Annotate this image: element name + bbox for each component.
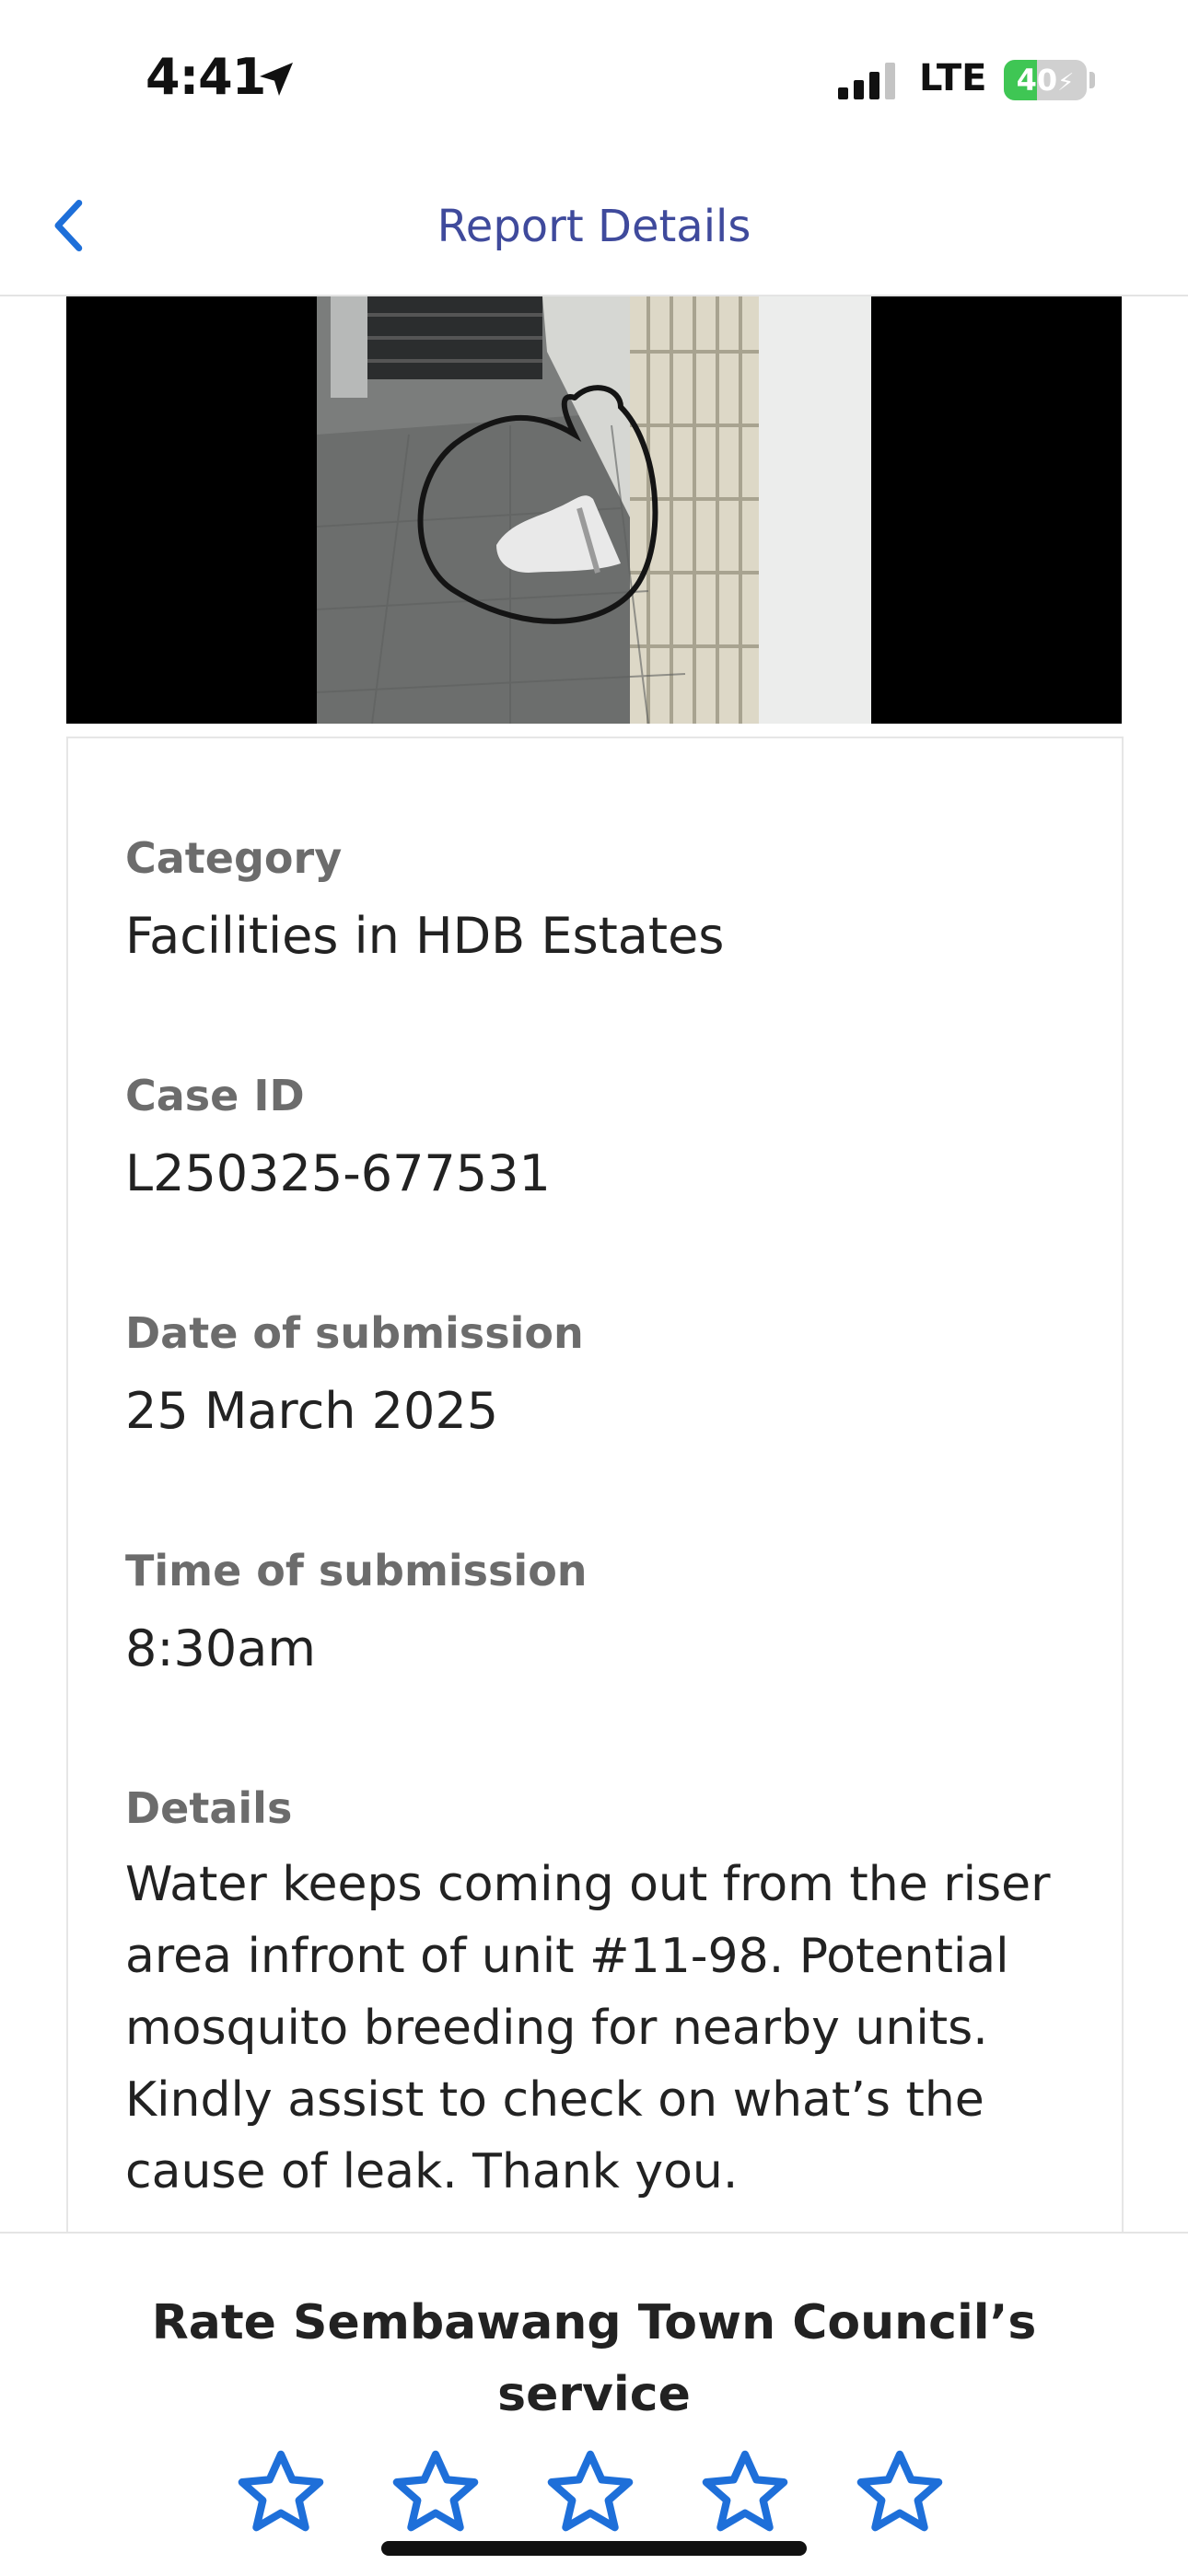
time-of-submission-label: Time of submission	[125, 1546, 588, 1595]
location-arrow-icon	[260, 63, 293, 96]
case-id-label: Case ID	[125, 1071, 305, 1120]
status-bar: 4:41 LTE 40⚡	[0, 0, 1188, 157]
category-field: Category Facilities in HDB Estates	[125, 830, 724, 967]
report-details-card: Category Facilities in HDB Estates Case …	[66, 737, 1124, 2303]
star-1-icon[interactable]	[230, 2443, 332, 2545]
battery-tip	[1089, 72, 1095, 88]
rating-title: Rate Sembawang Town Council’s service	[151, 2295, 1037, 2422]
time-of-submission-field: Time of submission 8:30am	[125, 1543, 588, 1679]
battery-percent: 40⚡	[1016, 63, 1075, 98]
navigation-bar: Report Details	[0, 157, 1188, 296]
date-of-submission-label: Date of submission	[125, 1308, 584, 1358]
charging-bolt-icon: ⚡	[1057, 69, 1075, 97]
rating-panel: Rate Sembawang Town Council’s service	[0, 2232, 1188, 2576]
category-value: Facilities in HDB Estates	[125, 907, 725, 965]
status-time: 4:41	[146, 48, 266, 106]
details-label: Details	[125, 1783, 293, 1833]
report-photo-image	[317, 296, 871, 724]
network-type: LTE	[919, 57, 987, 99]
page-title: Report Details	[437, 201, 751, 252]
details-field: Details Water keeps coming out from the …	[125, 1781, 1083, 2208]
case-id-field: Case ID L250325-677531	[125, 1068, 551, 1204]
star-2-icon[interactable]	[385, 2443, 486, 2545]
details-value: Water keeps coming out from the riser ar…	[125, 1857, 1051, 2199]
date-of-submission-field: Date of submission 25 March 2025	[125, 1305, 584, 1442]
date-of-submission-value: 25 March 2025	[125, 1382, 499, 1440]
category-label: Category	[125, 833, 343, 883]
report-photo[interactable]	[66, 296, 1122, 724]
home-indicator[interactable]	[381, 2541, 807, 2556]
star-4-icon[interactable]	[694, 2443, 796, 2545]
battery-icon: 40⚡	[1004, 60, 1087, 100]
star-rating	[0, 2443, 1188, 2554]
star-5-icon[interactable]	[849, 2443, 950, 2545]
star-3-icon[interactable]	[540, 2443, 641, 2545]
time-of-submission-value: 8:30am	[125, 1619, 316, 1677]
case-id-value: L250325-677531	[125, 1144, 551, 1202]
signal-strength-icon	[838, 63, 897, 99]
